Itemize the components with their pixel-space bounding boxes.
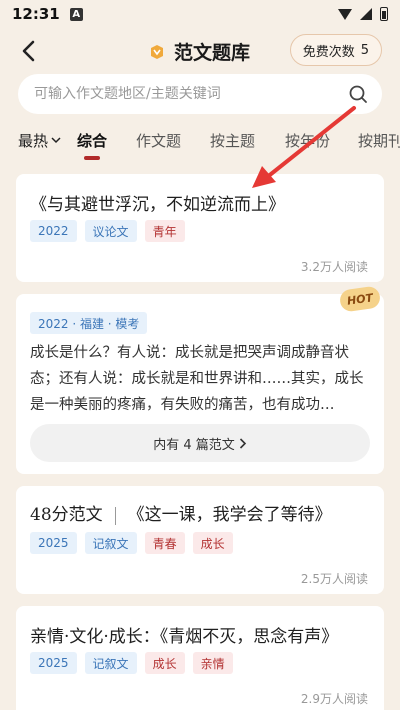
chevron-down-icon xyxy=(51,137,61,144)
view-essays-button[interactable]: 内有 4 篇范文 xyxy=(30,424,370,462)
page-title: 范文题库 xyxy=(174,42,251,64)
theme-tag: 青春 xyxy=(144,532,185,554)
app-logo-icon xyxy=(151,44,163,59)
read-count: 2.5万人阅读 xyxy=(300,572,368,586)
status-icons xyxy=(338,7,388,21)
search-icon[interactable] xyxy=(348,84,368,104)
tab-essay-topics[interactable]: 作文题 xyxy=(136,130,181,151)
essay-collection-card[interactable]: HOT 2022 · 福建 · 模考 成长是什么？有人说：成长就是把哭声调成静音… xyxy=(16,285,384,474)
category-tabs: 最热 综合 作文题 按主题 按年份 按期刊 xyxy=(0,126,400,166)
theme-tag: 亲情 xyxy=(192,652,233,674)
tab-by-theme[interactable]: 按主题 xyxy=(210,130,255,151)
title-divider xyxy=(114,506,116,525)
active-tab-indicator xyxy=(84,156,100,160)
tab-comprehensive[interactable]: 综合 xyxy=(77,130,107,151)
notification-icon: A xyxy=(69,7,83,21)
view-essays-label: 内有 4 篇范文 xyxy=(153,437,235,453)
excerpt-text: 成长是什么？有人说：成长就是把哭声调成静音状态；还有人说：成长就是和世界讲和……… xyxy=(30,345,364,413)
score-label: 48分范文 xyxy=(30,505,103,525)
tag-row: 2022 议论文 青年 xyxy=(30,220,185,242)
back-arrow-icon xyxy=(22,40,35,62)
year-tag: 2022 xyxy=(30,220,77,242)
battery-icon xyxy=(380,7,388,21)
essay-title: 《与其避世浮沉，不如逆流而上》 xyxy=(30,195,285,215)
chevron-right-icon xyxy=(239,437,246,449)
essay-title: 《这一课，我学会了等待》 xyxy=(127,505,332,525)
sort-label: 最热 xyxy=(18,132,49,150)
source-tag: 2022 · 福建 · 模考 xyxy=(30,312,148,334)
essay-title: 亲情·文化·成长：《青烟不灭，思念有声》 xyxy=(30,627,339,647)
search-input[interactable] xyxy=(34,86,348,102)
essay-title-row: 48分范文 《这一课，我学会了等待》 xyxy=(30,500,332,525)
tag-row: 2025 记叙文 成长 亲情 xyxy=(30,652,233,674)
read-count: 2.9万人阅读 xyxy=(300,692,368,706)
read-count: 3.2万人阅读 xyxy=(300,260,368,274)
status-bar: 12:31 A xyxy=(0,0,400,28)
genre-tag: 议论文 xyxy=(84,220,137,242)
year-tag: 2025 xyxy=(30,532,77,554)
free-count-value: 5 xyxy=(360,42,369,58)
back-button[interactable] xyxy=(14,36,44,66)
tag-row: 2025 记叙文 青春 成长 xyxy=(30,532,233,554)
theme-tag: 成长 xyxy=(144,652,185,674)
tag-row: 2022 · 福建 · 模考 xyxy=(30,312,148,334)
free-count-button[interactable]: 免费次数 5 xyxy=(289,34,382,66)
genre-tag: 记叙文 xyxy=(84,652,137,674)
hot-badge: HOT xyxy=(338,285,382,313)
sort-dropdown[interactable]: 最热 xyxy=(18,130,61,151)
theme-tag: 成长 xyxy=(192,532,233,554)
status-time: 12:31 xyxy=(12,5,60,23)
search-bar[interactable] xyxy=(18,74,382,114)
free-count-label: 免费次数 xyxy=(302,44,355,60)
nav-bar: 范文题库 免费次数 5 xyxy=(0,28,400,74)
tab-by-year[interactable]: 按年份 xyxy=(285,130,330,151)
theme-tag: 青年 xyxy=(144,220,185,242)
essay-card[interactable]: 《与其避世浮沉，不如逆流而上》 2022 议论文 青年 3.2万人阅读 xyxy=(16,174,384,282)
wifi-icon xyxy=(338,8,352,20)
nav-title-group: 范文题库 xyxy=(148,38,250,65)
tab-by-journal[interactable]: 按期刊 xyxy=(358,130,400,151)
year-tag: 2025 xyxy=(30,652,77,674)
essay-card[interactable]: 亲情·文化·成长：《青烟不灭，思念有声》 2025 记叙文 成长 亲情 2.9万… xyxy=(16,606,384,710)
signal-icon xyxy=(360,8,372,20)
genre-tag: 记叙文 xyxy=(84,532,137,554)
essay-card[interactable]: 48分范文 《这一课，我学会了等待》 2025 记叙文 青春 成长 2.5万人阅读 xyxy=(16,486,384,594)
